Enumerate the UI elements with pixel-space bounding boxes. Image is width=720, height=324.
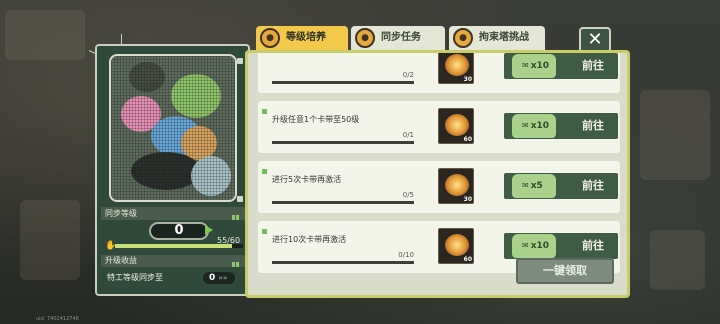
task-progress-bar — [272, 201, 414, 204]
task-title: 进行5次卡带再激活 — [272, 175, 342, 184]
uid-label: uid: 7402412748 — [36, 316, 79, 322]
agent-level-value: 0 »» — [203, 272, 235, 284]
reward-item[interactable]: 60 — [438, 108, 474, 144]
reward-icon — [445, 54, 469, 76]
reward-item[interactable]: 30 — [438, 53, 474, 84]
go-button[interactable]: ✉ x10 前往 — [504, 113, 618, 139]
task-marker — [262, 109, 267, 114]
ticket-reward: ✉ x10 — [512, 234, 556, 258]
task-row: 进行5次卡带再激活 0/5 30 ✉ x5 前往 — [258, 161, 620, 213]
task-row: 0/2 30 ✉ x10 前往 — [258, 53, 620, 93]
task-title: 进行10次卡带再激活 — [272, 235, 347, 244]
task-marker — [262, 169, 267, 174]
memory-icon: ● — [453, 28, 473, 48]
exp-text: 55/60 — [217, 236, 241, 245]
reward-item[interactable]: 30 — [438, 168, 474, 204]
memory-icon: ● — [355, 28, 375, 48]
reward-icon — [445, 234, 469, 256]
task-progress-bar — [272, 141, 414, 144]
task-row: 升级任意1个卡带至50级 0/1 60 ✉ x10 前往 — [258, 101, 620, 153]
tab-level-training[interactable]: ● 等级培养 — [256, 26, 348, 50]
task-list[interactable]: 0/2 30 ✉ x10 前往 升级任意1个卡带至50级 0/1 60 ✉ x10 … — [258, 53, 620, 293]
character-artwork — [109, 54, 237, 202]
reward-item[interactable]: 60 — [438, 228, 474, 264]
task-progress: 0/1 — [402, 131, 414, 139]
task-progress-bar — [272, 81, 414, 84]
tab-sync-tasks[interactable]: ● 同步任务 — [351, 26, 445, 50]
ticket-reward: ✉ x10 — [512, 114, 556, 138]
level-up-arrow-icon[interactable] — [205, 225, 213, 235]
sync-level-value: 0 — [149, 222, 209, 240]
ticket-reward: ✉ x5 — [512, 174, 556, 198]
reward-icon — [445, 114, 469, 136]
frame-corner-dot — [237, 196, 243, 202]
go-button[interactable]: ✉ x5 前往 — [504, 173, 618, 199]
claim-all-button[interactable]: 一键领取 — [516, 258, 614, 284]
tab-tower-challenge[interactable]: ● 拘束塔挑战 — [449, 26, 545, 50]
ticket-reward: ✉ x10 — [512, 54, 556, 78]
task-title: 升级任意1个卡带至50级 — [272, 115, 360, 124]
task-progress-bar — [272, 261, 414, 264]
go-button[interactable]: ✉ x10 前往 — [504, 233, 618, 259]
memory-icon: ● — [260, 28, 280, 48]
sync-level-label: 同步等级 — [101, 207, 245, 220]
task-progress: 0/10 — [398, 251, 414, 259]
task-marker — [262, 229, 267, 234]
task-progress: 0/5 — [402, 191, 414, 199]
go-button[interactable]: ✉ x10 前往 — [504, 53, 618, 79]
agent-level-sync-row: 特工等级同步至 0 »» — [101, 270, 245, 286]
upgrade-income-label: 升级收益 — [101, 255, 245, 267]
reward-icon — [445, 174, 469, 196]
frame-corner-dot — [237, 58, 243, 64]
sync-panel: 同步等级 0 ✋ 55/60 升级收益 特工等级同步至 0 »» — [95, 44, 250, 296]
task-progress: 0/2 — [402, 71, 414, 79]
